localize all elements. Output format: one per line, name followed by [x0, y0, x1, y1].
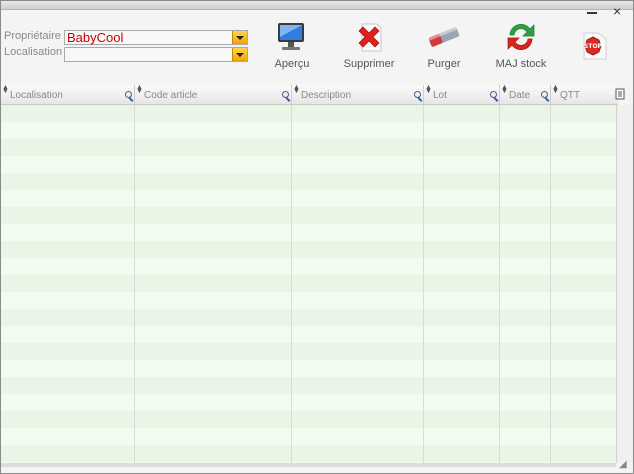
- column-menu-icon[interactable]: [613, 87, 627, 101]
- stop-button[interactable]: STOP: [575, 19, 611, 60]
- table-row[interactable]: [1, 105, 616, 122]
- stop-icon: STOP: [583, 32, 607, 60]
- main-window: × Propriétaire BabyCool Localisation Ape…: [0, 0, 634, 474]
- column-header-label: Date: [509, 90, 531, 101]
- sort-icon[interactable]: ▲ ▼: [425, 84, 432, 95]
- table-row[interactable]: [1, 428, 616, 445]
- table-row[interactable]: [1, 445, 616, 462]
- sort-icon[interactable]: ▲ ▼: [2, 84, 9, 95]
- minimize-icon[interactable]: [587, 12, 597, 14]
- column-header-label: Lot: [433, 90, 447, 101]
- owner-label: Propriétaire: [4, 30, 61, 42]
- table-row[interactable]: [1, 394, 616, 411]
- eraser-icon: [428, 26, 460, 47]
- sort-icon[interactable]: ▲ ▼: [136, 84, 143, 95]
- search-icon[interactable]: [282, 91, 289, 98]
- preview-button[interactable]: Aperçu: [263, 19, 321, 71]
- purge-button[interactable]: Purger: [415, 19, 473, 71]
- update-stock-button[interactable]: MAJ stock: [491, 19, 551, 71]
- search-icon[interactable]: [541, 91, 548, 98]
- chevron-down-icon[interactable]: [232, 31, 247, 44]
- table-row[interactable]: [1, 207, 616, 224]
- preview-label: Aperçu: [274, 58, 310, 70]
- column-header-date[interactable]: ▲ ▼ Date: [500, 84, 551, 104]
- table-row[interactable]: [1, 241, 616, 258]
- chevron-down-icon[interactable]: [232, 48, 247, 61]
- table-row[interactable]: [1, 309, 616, 326]
- refresh-icon: [507, 23, 535, 51]
- table-row[interactable]: [1, 343, 616, 360]
- column-header-label: Description: [301, 90, 352, 101]
- column-header-description[interactable]: ▲ ▼ Description: [292, 84, 424, 104]
- column-header-localisation[interactable]: ▲ ▼ Localisation: [1, 84, 135, 104]
- table-row[interactable]: [1, 275, 616, 292]
- column-header-lot[interactable]: ▲ ▼ Lot: [424, 84, 500, 104]
- column-divider: [291, 105, 292, 463]
- search-icon[interactable]: [490, 91, 497, 98]
- table-row[interactable]: [1, 326, 616, 343]
- location-label: Localisation: [4, 46, 63, 58]
- delete-button[interactable]: Supprimer: [339, 19, 399, 71]
- delete-icon: [358, 23, 382, 52]
- sort-icon[interactable]: ▲ ▼: [501, 84, 508, 95]
- search-icon[interactable]: [414, 91, 421, 98]
- owner-value: BabyCool: [67, 30, 124, 45]
- column-header-code-article[interactable]: ▲ ▼ Code article: [135, 84, 292, 104]
- data-grid: ▲ ▼ Localisation ▲ ▼ Code article ▲ ▼ Descr…: [1, 84, 633, 467]
- table-row[interactable]: [1, 139, 616, 156]
- table-row[interactable]: [1, 190, 616, 207]
- table-row[interactable]: [1, 156, 616, 173]
- column-divider: [550, 105, 551, 463]
- sort-icon[interactable]: ▲ ▼: [293, 84, 300, 95]
- table-row[interactable]: [1, 377, 616, 394]
- table-row[interactable]: [1, 122, 616, 139]
- column-header-label: Localisation: [10, 90, 63, 101]
- close-icon[interactable]: ×: [613, 4, 621, 18]
- column-header-label: QTT: [560, 90, 580, 101]
- delete-label: Supprimer: [343, 58, 395, 70]
- table-row[interactable]: [1, 173, 616, 190]
- column-header-qtt[interactable]: ▲ ▼ QTT: [551, 84, 618, 104]
- grid-header: ▲ ▼ Localisation ▲ ▼ Code article ▲ ▼ Descr…: [1, 84, 618, 105]
- update-stock-label: MAJ stock: [495, 58, 547, 70]
- table-row[interactable]: [1, 411, 616, 428]
- vertical-scrollbar[interactable]: [616, 105, 633, 463]
- column-divider: [134, 105, 135, 463]
- monitor-icon: [278, 23, 304, 50]
- table-row[interactable]: [1, 292, 616, 309]
- table-row[interactable]: [1, 360, 616, 377]
- search-icon[interactable]: [125, 91, 132, 98]
- svg-text:STOP: STOP: [584, 43, 603, 50]
- purge-label: Purger: [427, 58, 461, 70]
- location-combobox[interactable]: [64, 47, 248, 62]
- table-row[interactable]: [1, 258, 616, 275]
- grid-body[interactable]: [1, 105, 616, 463]
- column-header-label: Code article: [144, 90, 198, 101]
- column-divider: [499, 105, 500, 463]
- title-bar[interactable]: [1, 1, 633, 10]
- owner-combobox[interactable]: BabyCool: [64, 30, 248, 45]
- column-divider: [423, 105, 424, 463]
- table-row[interactable]: [1, 224, 616, 241]
- horizontal-scrollbar[interactable]: [1, 463, 616, 467]
- resize-grip-icon[interactable]: ◢: [619, 459, 631, 471]
- sort-icon[interactable]: ▲ ▼: [552, 84, 559, 95]
